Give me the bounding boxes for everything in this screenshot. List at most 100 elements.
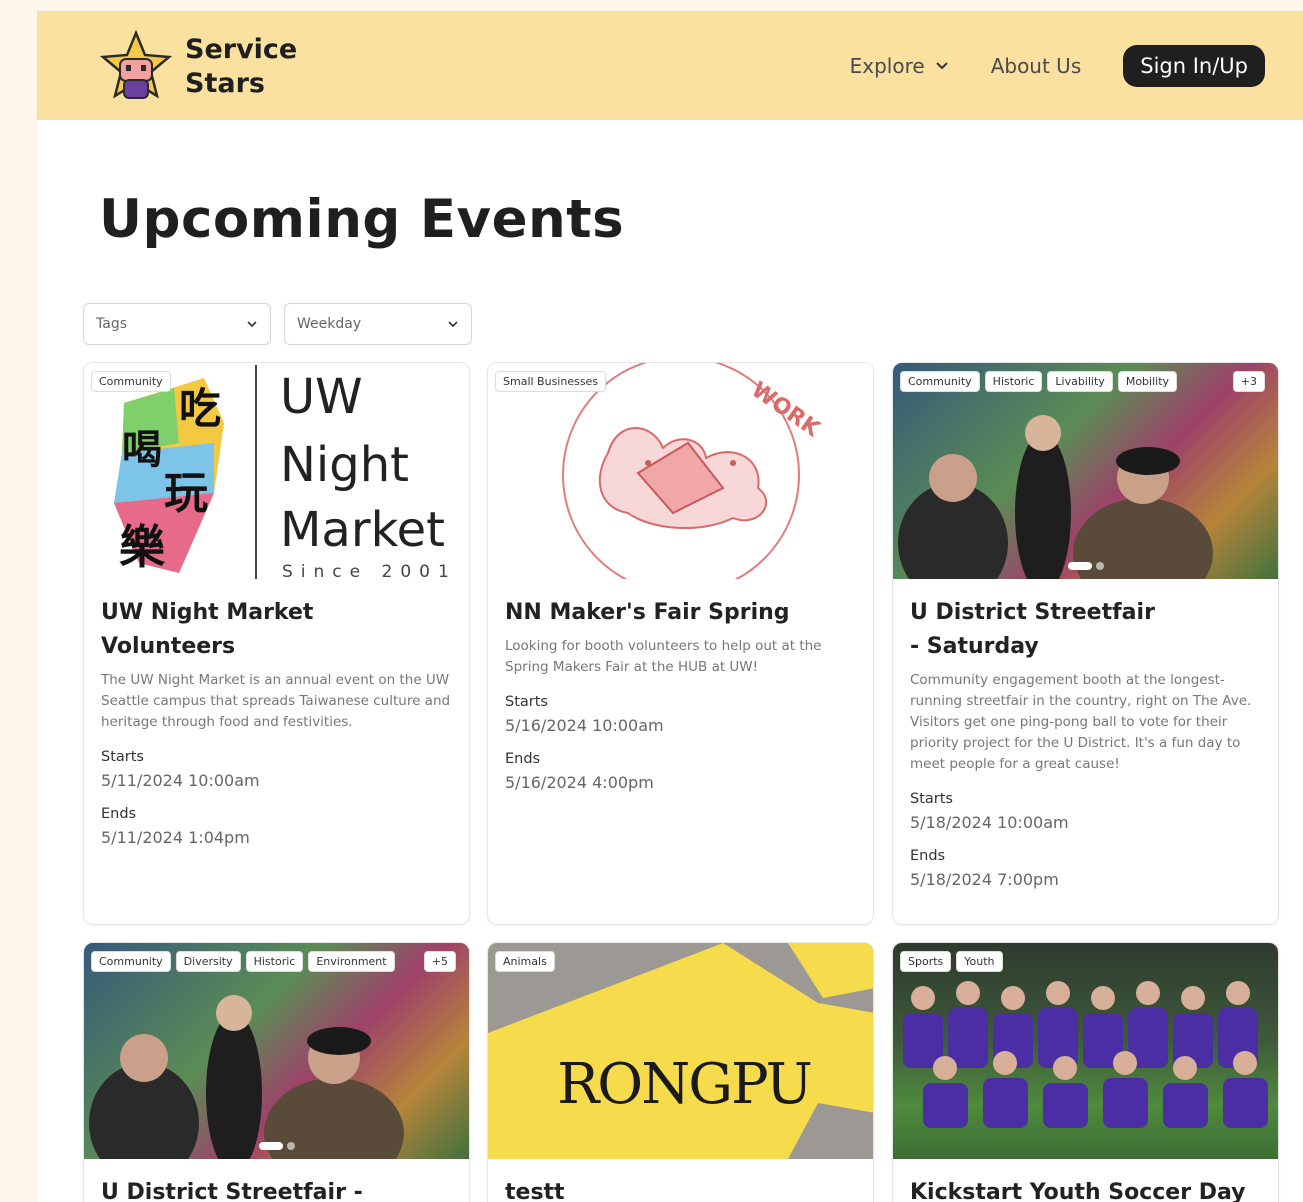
event-title: U District Streetfair - Sunday	[101, 1180, 363, 1202]
sign-in-button[interactable]: Sign In/Up	[1123, 45, 1265, 87]
weekday-select-label: Weekday	[297, 316, 362, 332]
tag-list: Community Historic Livability Mobility	[900, 371, 1182, 392]
card-body: U District Streetfair - Saturday Communi…	[893, 579, 1278, 906]
card-body: UW Night Market Volunteers The UW Night …	[84, 579, 469, 864]
event-image: Community Historic Livability Mobility +…	[893, 363, 1278, 579]
site-header: Service Stars Explore About Us Sign In/U…	[37, 11, 1303, 120]
card-body: NN Maker's Fair Spring Looking for booth…	[488, 579, 873, 809]
chevron-down-icon	[935, 62, 948, 70]
event-card[interactable]: 吃 喝 玩 樂 UW Night Market Since 2001 Commu…	[83, 362, 470, 925]
starts-value: 5/16/2024 10:00am	[505, 716, 664, 735]
event-title-line-2: - Saturday	[910, 634, 1039, 659]
brand-line-1: Service	[185, 34, 298, 65]
ends-value: 5/16/2024 4:00pm	[505, 773, 654, 792]
event-title-line-1: U District Streetfair	[910, 600, 1155, 625]
carousel-dot[interactable]	[258, 1142, 283, 1150]
carousel-dot[interactable]	[1095, 562, 1104, 570]
tag-list: Small Businesses	[495, 371, 611, 392]
tag: Youth	[956, 951, 1003, 972]
image-text-night: Night	[280, 437, 409, 493]
brand-name: Service Stars	[185, 33, 297, 101]
event-title: NN Maker's Fair Spring	[505, 600, 790, 625]
event-image: Sports Youth	[893, 943, 1278, 1159]
event-card[interactable]: WORK Small Businesses NN Maker's Fair Sp…	[487, 362, 874, 925]
nav-explore-label: Explore	[849, 54, 925, 78]
more-tags-badge[interactable]: +5	[423, 951, 456, 972]
image-text-uw: UW	[280, 369, 363, 425]
event-card[interactable]: RONGPU Animals testt	[487, 942, 874, 1202]
tag: Environment	[308, 951, 395, 972]
ends-label: Ends	[101, 806, 137, 822]
makers-fair-logo: WORK	[562, 363, 825, 579]
event-image: WORK Small Businesses	[488, 363, 873, 579]
image-text-work: WORK	[747, 377, 825, 442]
card-body: testt	[488, 1159, 873, 1202]
image-text-zh-2: 喝	[122, 426, 162, 473]
event-title: U District Streetfair - Saturday	[910, 596, 1261, 664]
tag: Animals	[495, 951, 555, 972]
event-card[interactable]: Community Diversity Historic Environment…	[83, 942, 470, 1202]
tag: Historic	[984, 371, 1043, 392]
carousel-dots	[257, 1142, 297, 1150]
rongpu-logo: RONGPU	[488, 943, 873, 1159]
event-card[interactable]: Community Historic Livability Mobility +…	[892, 362, 1279, 925]
tag-list: Community Diversity Historic Environment	[91, 951, 400, 972]
page-title: Upcoming Events	[99, 189, 625, 250]
tags-select[interactable]: Tags	[83, 303, 271, 345]
event-description: Looking for booth volunteers to help out…	[505, 638, 822, 675]
image-text-zh-4: 樂	[119, 520, 166, 574]
tag: Livability	[1047, 371, 1113, 392]
starts-label: Starts	[101, 749, 144, 765]
starts-label: Starts	[910, 791, 953, 807]
starts-value: 5/11/2024 10:00am	[101, 771, 260, 790]
tag: Community	[900, 371, 980, 392]
event-title: testt	[505, 1180, 565, 1202]
tags-select-label: Tags	[96, 316, 127, 332]
ends-label: Ends	[910, 848, 946, 864]
event-description: Community engagement booth at the longes…	[910, 672, 1252, 772]
card-body: Kickstart Youth Soccer Day	[893, 1159, 1278, 1202]
event-title: Kickstart Youth Soccer Day	[910, 1180, 1246, 1202]
chevron-down-icon	[448, 321, 458, 328]
image-text-market: Market	[280, 502, 445, 558]
tag-list: Community	[91, 371, 176, 392]
brand-logo[interactable]: Service Stars	[99, 30, 297, 104]
event-title: UW Night Market Volunteers	[101, 600, 314, 659]
tag: Community	[91, 371, 171, 392]
tag-list: Animals	[495, 951, 560, 972]
page: Service Stars Explore About Us Sign In/U…	[37, 11, 1303, 1202]
carousel-dot[interactable]	[1067, 562, 1092, 570]
tag: Historic	[245, 951, 304, 972]
nav-explore[interactable]: Explore	[850, 54, 949, 78]
tag-list: Sports Youth	[900, 951, 1008, 972]
card-body: U District Streetfair - Sunday	[84, 1159, 469, 1202]
image-text-since: Since 2001	[282, 562, 457, 579]
streetfair-photo	[84, 943, 469, 1159]
nav-about[interactable]: About Us	[991, 54, 1082, 78]
event-description: The UW Night Market is an annual event o…	[101, 672, 451, 730]
night-market-logo: 吃 喝 玩 樂 UW Night Market Since 2001	[114, 365, 457, 579]
main-nav: Explore About Us Sign In/Up	[850, 45, 1265, 87]
image-text-zh-3: 玩	[164, 468, 208, 519]
ends-value: 5/11/2024 1:04pm	[101, 828, 250, 847]
ends-label: Ends	[505, 751, 541, 767]
event-image: Community Diversity Historic Environment…	[84, 943, 469, 1159]
carousel-dots	[1066, 562, 1106, 570]
event-card[interactable]: Sports Youth Kickstart Youth Soccer Day	[892, 942, 1279, 1202]
star-mascot-icon	[99, 30, 173, 99]
carousel-dot[interactable]	[286, 1142, 295, 1150]
weekday-select[interactable]: Weekday	[284, 303, 472, 345]
streetfair-photo	[893, 363, 1278, 579]
tag: Diversity	[175, 951, 241, 972]
tag: Small Businesses	[495, 371, 607, 392]
image-text-rongpu: RONGPU	[557, 1052, 811, 1117]
tag: Sports	[900, 951, 952, 972]
more-tags-badge[interactable]: +3	[1232, 371, 1265, 392]
event-image: RONGPU Animals	[488, 943, 873, 1159]
brand-line-2: Stars	[185, 68, 265, 99]
starts-value: 5/18/2024 10:00am	[910, 813, 1069, 832]
soccer-team-photo	[903, 981, 1268, 1128]
starts-label: Starts	[505, 694, 548, 710]
image-text-zh-1: 吃	[179, 384, 221, 433]
chevron-down-icon	[247, 321, 257, 328]
